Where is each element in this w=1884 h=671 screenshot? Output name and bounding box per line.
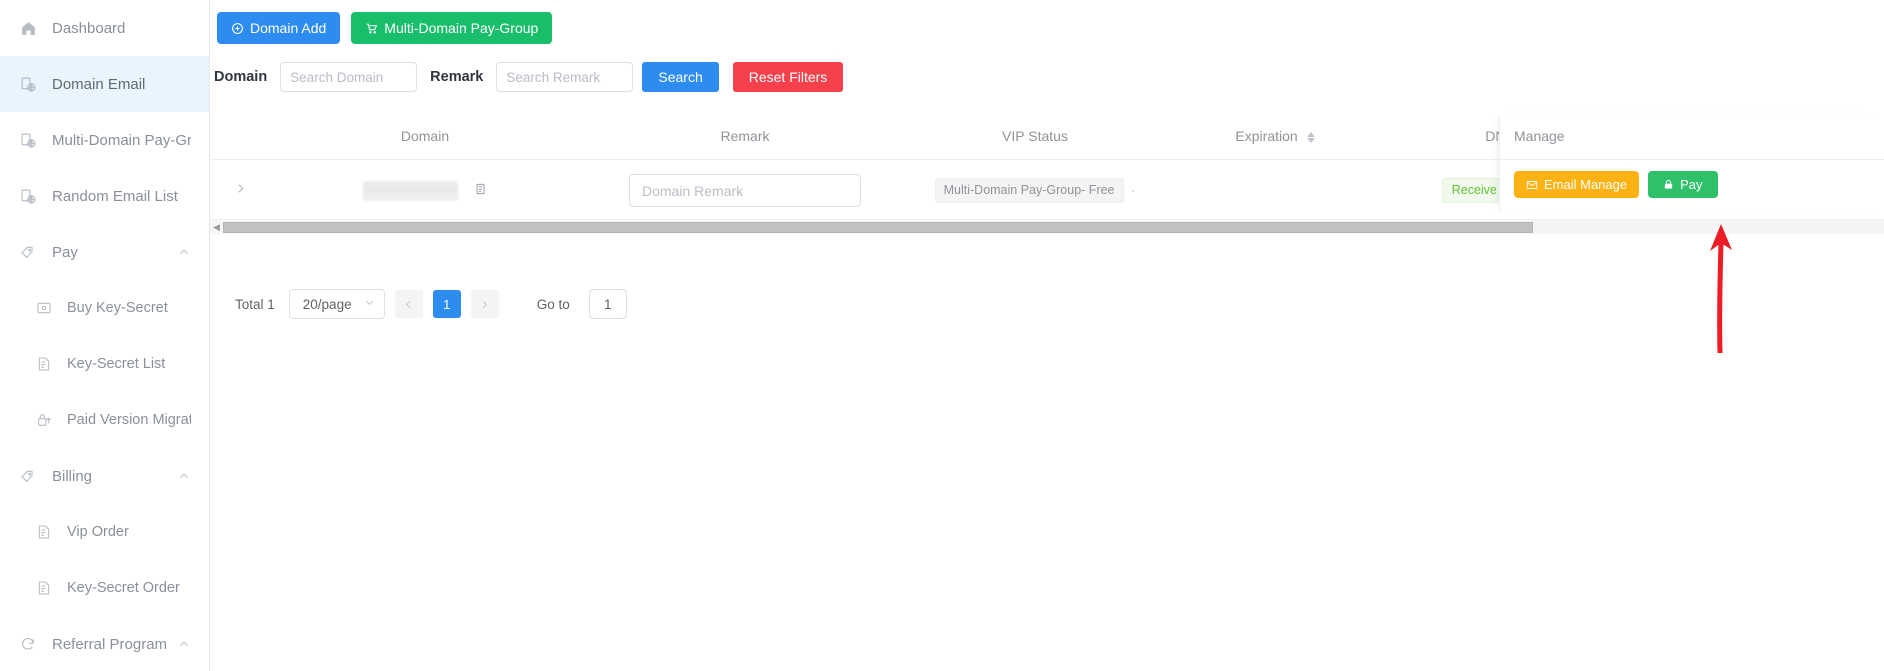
domain-remark-input[interactable] [629,174,861,207]
goto-label: Go to [536,296,570,312]
filter-bar: Domain Remark Search Reset Filters [210,44,1884,92]
column-header-expand [210,115,270,160]
search-button[interactable]: Search [642,62,719,92]
doc-list-icon [34,578,54,598]
doc-list-icon [34,522,54,542]
sidebar-item-label: Dashboard [52,19,126,37]
sidebar-item-label: Random Email List [52,187,178,205]
tag-icon [18,242,38,262]
search-remark-input[interactable] [496,62,634,92]
column-header-expiration[interactable]: Expiration [1160,115,1390,160]
vip-status-tag: Multi-Domain Pay-Group- Free [934,177,1124,204]
sidebar-item-label: Vip Order [67,524,129,540]
domain-value-redacted [363,180,459,201]
sidebar-item-label: Key-Secret Order [67,580,180,596]
domain-table: Domain Remark VIP Status Expiration DNS [210,114,1884,234]
lock-icon [1663,179,1674,190]
goto-page-input[interactable] [588,289,627,319]
sidebar-group-billing[interactable]: Billing [0,448,209,504]
pagination-next-button[interactable] [470,290,499,318]
email-manage-label: Email Manage [1544,177,1628,192]
sidebar-item-domain-email[interactable]: Domain Email [0,56,209,112]
page-size-select[interactable]: 20/page [288,289,385,319]
pay-button[interactable]: Pay [1648,171,1718,198]
sidebar-item-key-secret-order[interactable]: Key-Secret Order [0,560,209,616]
chevron-up-icon [177,637,191,651]
multi-domain-pay-group-label: Multi-Domain Pay-Group [384,20,539,36]
cell-remark [580,159,910,218]
sidebar-item-label: Referral Program [52,635,168,653]
refresh-icon [18,634,38,654]
app-root: Dashboard Domain Email Multi-Domain Pay-… [0,0,1884,671]
sidebar-item-label: Pay [52,243,78,261]
sidebar-item-label: Multi-Domain Pay-Group [52,131,191,149]
sidebar-group-pay[interactable]: Pay [0,224,209,280]
search-domain-input[interactable] [280,62,418,92]
sidebar: Dashboard Domain Email Multi-Domain Pay-… [0,0,210,671]
copy-icon[interactable] [473,183,487,199]
sidebar-item-paid-version-migration[interactable]: Paid Version Migration [0,392,209,448]
chevron-down-icon [364,297,375,311]
sidebar-item-vip-order[interactable]: Vip Order [0,504,209,560]
sidebar-item-label: Billing [52,467,93,485]
domain-mail-icon [18,74,38,94]
domain-mail-icon [18,186,38,206]
manage-fixed-column: Manage Email Manage Pay [1500,115,1884,210]
tag-icon [18,466,38,486]
main-content: Domain Add Multi-Domain Pay-Group Domain… [210,0,1884,671]
cart-icon [365,22,378,35]
table-horizontal-scrollbar[interactable]: ◀ [210,219,1884,234]
cell-expiration [1160,159,1390,218]
upload-lock-icon [34,410,54,430]
sidebar-item-label: Key-Secret List [67,356,166,372]
pay-label: Pay [1680,177,1703,192]
action-toolbar: Domain Add Multi-Domain Pay-Group [210,0,1884,44]
cell-expand [210,159,270,218]
domain-filter-label: Domain [214,69,268,85]
domain-mail-icon [18,130,38,150]
sidebar-item-label: Domain Email [52,75,146,93]
column-header-manage: Manage [1500,115,1884,160]
pagination-prev-button[interactable] [394,290,423,318]
sidebar-item-random-email-list[interactable]: Random Email List [0,168,209,224]
pagination-total: Total 1 [235,296,275,312]
sidebar-item-label: Paid Version Migration [67,412,191,428]
sidebar-group-referral-program[interactable]: Referral Program [0,616,209,671]
plus-circle-icon [231,22,244,35]
scrollbar-track[interactable] [223,220,1884,234]
page-size-value: 20/page [302,296,352,312]
sidebar-item-label: Buy Key-Secret [67,300,168,316]
card-icon [34,298,54,318]
vip-status-suffix: - [1131,182,1136,197]
sidebar-item-multi-domain-pay-group[interactable]: Multi-Domain Pay-Group [0,112,209,168]
manage-actions-cell: Email Manage Pay [1500,160,1884,210]
scrollbar-thumb[interactable] [223,221,1533,233]
sidebar-item-dashboard[interactable]: Dashboard [0,0,209,56]
cell-vip-status: Multi-Domain Pay-Group- Free - [910,159,1160,218]
multi-domain-pay-group-button[interactable]: Multi-Domain Pay-Group [351,12,553,44]
column-header-vip-status: VIP Status [910,115,1160,160]
pagination: Total 1 20/page 1 Go to [210,234,1884,319]
pagination-page-1[interactable]: 1 [432,290,461,318]
email-manage-button[interactable]: Email Manage [1514,171,1640,198]
chevron-left-icon[interactable]: ◀ [210,222,223,232]
column-header-domain: Domain [270,115,580,160]
domain-add-button[interactable]: Domain Add [217,12,341,44]
reset-filters-button[interactable]: Reset Filters [732,62,844,92]
search-button-label: Search [658,69,703,85]
cell-domain [270,159,580,218]
chevron-right-icon[interactable] [234,182,247,199]
chevron-up-icon [177,245,191,259]
reset-filters-label: Reset Filters [748,69,828,85]
column-header-remark: Remark [580,115,910,160]
doc-list-icon [34,354,54,374]
domain-add-label: Domain Add [250,20,327,36]
sort-arrows-icon[interactable] [1306,131,1315,143]
sidebar-item-buy-key-secret[interactable]: Buy Key-Secret [0,280,209,336]
remark-filter-label: Remark [430,69,484,85]
home-icon [18,18,38,38]
chevron-up-icon [177,469,191,483]
sidebar-item-key-secret-list[interactable]: Key-Secret List [0,336,209,392]
envelope-icon [1526,179,1538,191]
